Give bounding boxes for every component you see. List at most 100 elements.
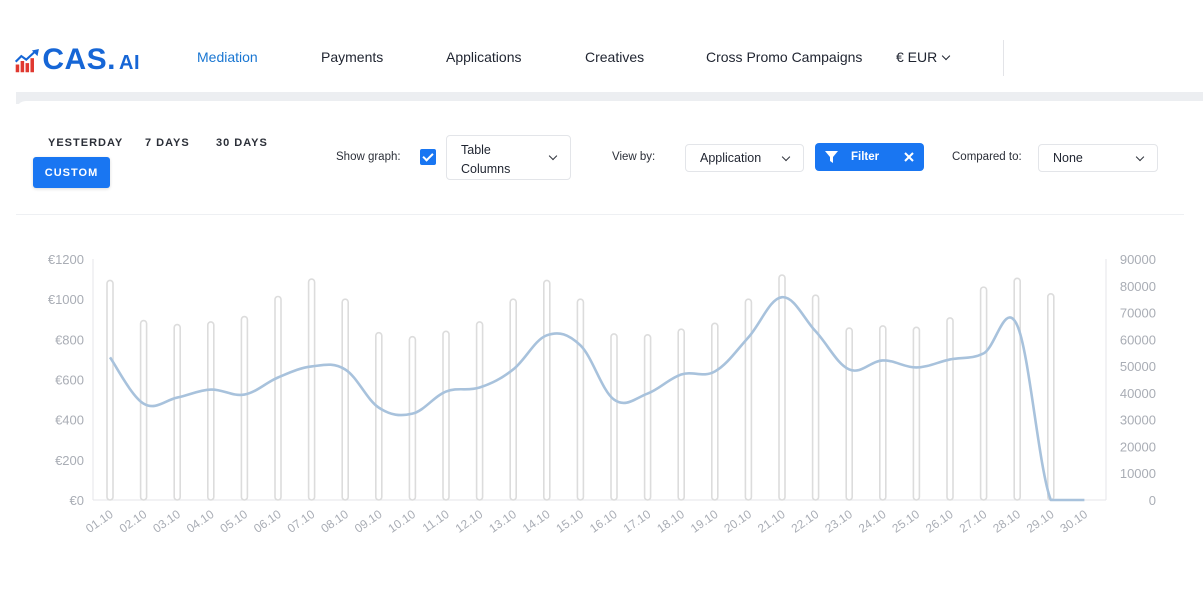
table-columns-select[interactable]: Table Columns: [446, 135, 571, 180]
x-tick-label: 07.10: [285, 507, 318, 536]
x-tick-label: 17.10: [621, 507, 654, 536]
bar: [1047, 293, 1055, 501]
revenue-line-series: [108, 295, 1085, 502]
filter-label: Filter: [851, 151, 880, 163]
bar: [542, 279, 551, 501]
y-right-tick-label: 90000: [1120, 252, 1156, 267]
y-right-tick-label: 0: [1149, 493, 1156, 508]
currency-dropdown[interactable]: € EUR: [896, 49, 951, 65]
bar: [744, 298, 753, 501]
bar: [811, 294, 820, 501]
show-graph-checkbox[interactable]: [420, 149, 436, 165]
x-tick-label: 22.10: [789, 507, 822, 536]
close-icon[interactable]: [903, 151, 915, 163]
bar: [307, 278, 316, 501]
bar: [207, 321, 215, 501]
chevron-down-icon: [1135, 152, 1145, 162]
bar: [139, 319, 148, 501]
x-tick-label: 26.10: [923, 507, 956, 536]
bar: [912, 326, 921, 501]
nav-applications[interactable]: Applications: [446, 49, 522, 65]
bar: [475, 321, 484, 501]
x-tick-label: 06.10: [251, 507, 284, 536]
view-by-label: View by:: [612, 151, 656, 163]
bar: [509, 298, 518, 501]
cas-ai-logo[interactable]: CAS. AI: [15, 40, 140, 78]
chevron-down-icon: [781, 152, 791, 162]
y-right-tick-label: 30000: [1120, 413, 1156, 428]
range-yesterday-button[interactable]: YESTERDAY: [48, 137, 123, 149]
nav-creatives[interactable]: Creatives: [585, 49, 644, 65]
compared-to-label: Compared to:: [952, 151, 1022, 163]
filter-button[interactable]: Filter: [815, 143, 924, 171]
view-by-value: Application: [700, 151, 762, 165]
x-tick-label: 18.10: [654, 507, 687, 536]
y-right-tick-label: 10000: [1120, 466, 1156, 481]
nav-mediation[interactable]: Mediation: [197, 49, 258, 65]
x-tick-label: 28.10: [990, 507, 1023, 536]
bar: [979, 286, 988, 501]
show-graph-label: Show graph:: [336, 151, 401, 163]
bar: [878, 325, 887, 501]
y-left-tick-label: €400: [55, 413, 84, 428]
y-left-tick-label: €1000: [48, 292, 84, 307]
currency-label: € EUR: [896, 49, 938, 65]
x-tick-label: 25.10: [889, 507, 922, 536]
chart-logo-icon: [15, 49, 39, 73]
bar: [610, 333, 618, 501]
bar: [946, 317, 954, 501]
x-tick-label: 13.10: [486, 507, 519, 536]
logo-text: CAS. AI: [42, 43, 140, 76]
table-columns-label: Table Columns: [461, 143, 511, 176]
filter-icon: [825, 151, 838, 163]
header: CAS. AI Mediation Payments Applications C…: [0, 0, 1203, 92]
x-tick-label: 23.10: [822, 507, 855, 536]
mediation-chart: €0 €200 €400 €600 €800 €1000 €1200 0 10000 20000 3…: [48, 252, 1156, 536]
chevron-down-icon: [941, 51, 951, 61]
bar: [677, 328, 686, 501]
nav-divider: [1003, 40, 1004, 76]
y-right-tick-label: 80000: [1120, 279, 1156, 294]
y-right-tick-label: 50000: [1120, 359, 1156, 374]
y-left-tick-label: €800: [55, 332, 84, 347]
custom-range-button[interactable]: CUSTOM: [33, 157, 110, 188]
range-7-days-button[interactable]: 7 DAYS: [145, 137, 190, 149]
x-tick-label: 03.10: [150, 507, 183, 536]
y-right-tick-label: 60000: [1120, 332, 1156, 347]
x-tick-label: 10.10: [385, 507, 418, 536]
x-tick-label: 30.10: [1057, 507, 1090, 536]
nav-cross-promo-campaigns[interactable]: Cross Promo Campaigns: [706, 49, 862, 65]
x-tick-label: 14.10: [520, 507, 553, 536]
bar: [1013, 277, 1022, 501]
y-right-tick-label: 40000: [1120, 386, 1156, 401]
y-right-tick-label: 20000: [1120, 439, 1156, 454]
view-by-select[interactable]: Application: [685, 144, 804, 172]
x-tick-label: 12.10: [453, 507, 486, 536]
bar: [408, 335, 417, 501]
x-tick-label: 02.10: [117, 507, 150, 536]
bar: [845, 327, 854, 501]
y-left-tick-label: €600: [55, 373, 84, 388]
x-tick-label: 04.10: [184, 507, 217, 536]
bar: [240, 315, 249, 501]
x-tick-label: 11.10: [420, 507, 452, 535]
x-tick-label: 27.10: [957, 507, 990, 536]
y-left-tick-label: €1200: [48, 252, 84, 267]
bar: [374, 331, 383, 501]
bar: [173, 323, 181, 501]
x-tick-label: 29.10: [1024, 507, 1057, 536]
x-tick-label: 01.10: [83, 507, 116, 536]
x-tick-label: 21.10: [755, 507, 788, 536]
y-left-tick-label: €0: [70, 493, 84, 508]
toolbar-separator: [16, 214, 1184, 215]
bar: [576, 298, 585, 501]
compared-to-select[interactable]: None: [1038, 144, 1158, 172]
x-tick-label: 24.10: [856, 507, 889, 536]
range-30-days-button[interactable]: 30 DAYS: [216, 137, 268, 149]
x-tick-label: 19.10: [688, 507, 721, 536]
x-tick-label: 05.10: [217, 507, 250, 536]
nav-payments[interactable]: Payments: [321, 49, 383, 65]
bar: [643, 333, 652, 501]
bar: [274, 295, 282, 501]
x-tick-label: 20.10: [721, 507, 754, 536]
